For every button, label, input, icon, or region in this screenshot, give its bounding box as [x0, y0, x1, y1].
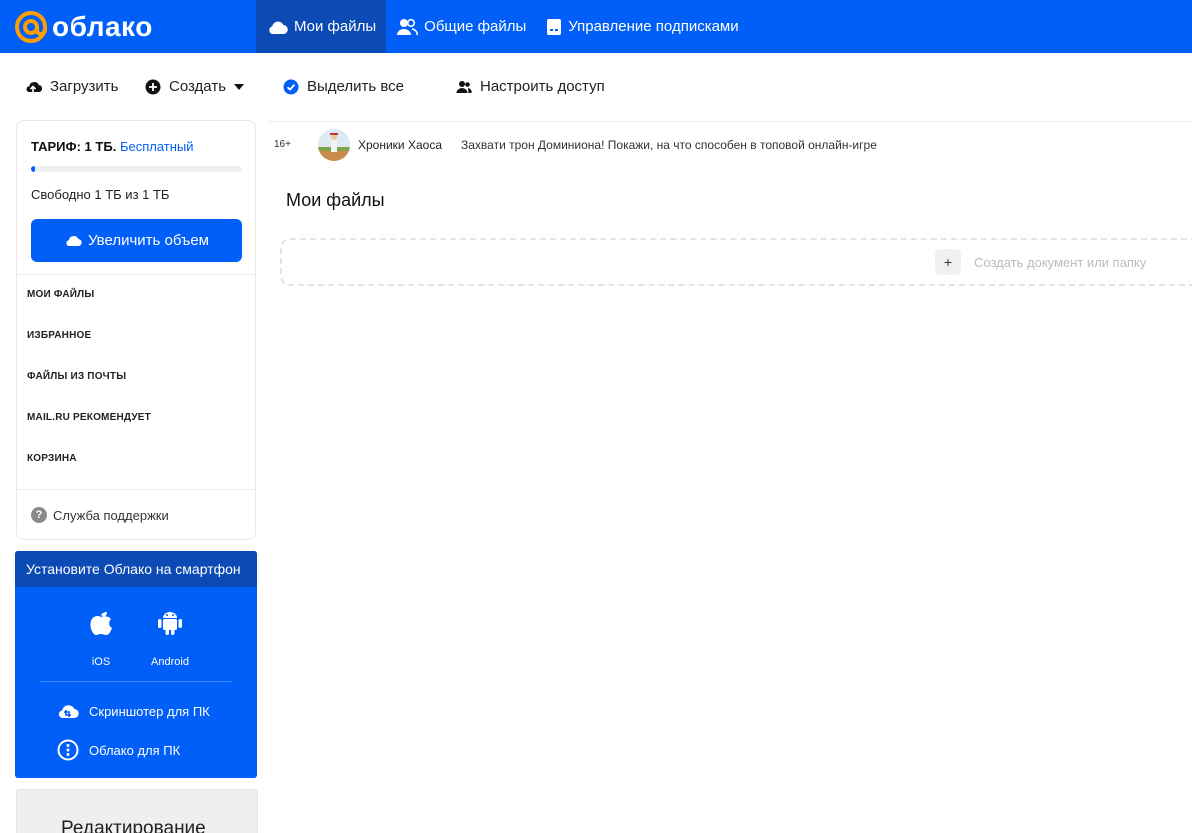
sidebar-item-favorites[interactable]: ИЗБРАННОЕ — [27, 330, 91, 341]
app-promo-title: Установите Облако на смартфон — [15, 551, 257, 587]
cloud-icon — [269, 21, 288, 34]
android-label: Android — [151, 656, 189, 668]
people-icon — [456, 80, 472, 93]
ad-text: Захвати трон Доминиона! Покажи, на что с… — [461, 138, 877, 152]
access-settings-button[interactable]: Настроить доступ — [456, 78, 605, 95]
toolbar: Загрузить Создать Выделить все Настроить… — [0, 53, 1192, 121]
ad-banner[interactable]: 16+ Хроники Хаоса Захвати трон Доминиона… — [268, 121, 1192, 167]
access-settings-label: Настроить доступ — [480, 78, 605, 95]
ios-app-link[interactable]: iOS — [71, 607, 131, 668]
create-document-dropzone[interactable]: + Создать документ или папку — [280, 238, 1192, 286]
android-icon — [158, 612, 182, 635]
sidebar: ТАРИФ: 1 ТБ. Бесплатный Свободно 1 ТБ из… — [16, 120, 256, 540]
nav-shared-files[interactable]: Общие файлы — [386, 0, 536, 53]
upload-label: Загрузить — [50, 78, 119, 95]
edit-card-title: Редактирование — [61, 818, 206, 833]
desktop-app-label: Облако для ПК — [89, 742, 181, 758]
more-circle-icon — [57, 739, 79, 761]
nav-shared-files-label: Общие файлы — [424, 18, 527, 35]
select-all-label: Выделить все — [307, 78, 405, 95]
screenshoter-link[interactable]: Скриншотер для ПК — [57, 702, 210, 720]
app-promo-card: Установите Облако на смартфон iOS Androi… — [15, 551, 257, 778]
upload-cloud-icon — [26, 81, 42, 93]
create-button[interactable]: Создать — [145, 78, 245, 95]
increase-storage-button[interactable]: Увеличить объем — [31, 219, 242, 262]
nav-subscriptions[interactable]: Управление подписками — [536, 0, 748, 53]
cloud-icon — [66, 236, 82, 247]
people-icon — [397, 18, 419, 35]
tariff-info: ТАРИФ: 1 ТБ. Бесплатный — [31, 139, 194, 154]
top-bar: облако Мои файлы Общие файлы Управление … — [0, 0, 1192, 53]
quota-fill — [31, 166, 36, 172]
desktop-app-link[interactable]: Облако для ПК — [57, 739, 180, 761]
sidebar-item-recommends[interactable]: MAIL.RU РЕКОМЕНДУЕТ — [27, 412, 151, 423]
age-rating: 16+ — [274, 139, 291, 150]
quota-bar — [31, 166, 242, 172]
screenshoter-label: Скриншотер для ПК — [89, 703, 210, 719]
nav-my-files-label: Мои файлы — [294, 18, 377, 35]
select-all-button[interactable]: Выделить все — [283, 78, 404, 95]
caret-down-icon — [234, 83, 245, 90]
increase-storage-label: Увеличить объем — [88, 232, 209, 249]
tariff-plan-link[interactable]: Бесплатный — [120, 139, 194, 154]
logo[interactable]: облако — [0, 0, 256, 53]
edit-card[interactable]: Редактирование — [16, 789, 258, 833]
ios-label: iOS — [91, 656, 111, 668]
page-title: Мои файлы — [286, 190, 385, 210]
android-app-link[interactable]: Android — [140, 607, 200, 668]
main-nav: Мои файлы Общие файлы Управление подписк… — [256, 0, 749, 53]
support-link[interactable]: ? Служба поддержки — [31, 507, 169, 523]
create-label: Создать — [169, 78, 227, 95]
cloud-screenshot-icon — [58, 705, 79, 719]
subscription-icon — [547, 18, 562, 35]
game-thumbnail-icon — [318, 129, 350, 161]
nav-subscriptions-label: Управление подписками — [568, 18, 739, 35]
plus-icon: + — [935, 249, 961, 275]
sidebar-item-my-files[interactable]: МОИ ФАЙЛЫ — [27, 289, 94, 300]
ad-avatar — [318, 129, 350, 161]
apple-icon — [90, 612, 112, 635]
sidebar-item-trash[interactable]: КОРЗИНА — [27, 453, 77, 464]
at-logo-icon — [15, 10, 47, 43]
logo-text: облако — [52, 10, 153, 42]
nav-my-files[interactable]: Мои файлы — [256, 0, 387, 53]
divider — [40, 681, 232, 682]
check-circle-icon — [283, 79, 299, 94]
divider — [17, 274, 255, 275]
plus-circle-icon — [145, 79, 161, 94]
free-space-text: Свободно 1 ТБ из 1 ТБ — [31, 187, 170, 202]
tariff-label: ТАРИФ: 1 ТБ. — [31, 139, 117, 154]
upload-button[interactable]: Загрузить — [24, 78, 119, 95]
sidebar-item-mail-files[interactable]: ФАЙЛЫ ИЗ ПОЧТЫ — [27, 371, 126, 382]
support-label: Служба поддержки — [53, 507, 169, 523]
create-document-label: Создать документ или папку — [974, 255, 1147, 270]
divider — [17, 489, 255, 490]
question-icon: ? — [31, 507, 47, 523]
ad-name: Хроники Хаоса — [358, 138, 442, 152]
